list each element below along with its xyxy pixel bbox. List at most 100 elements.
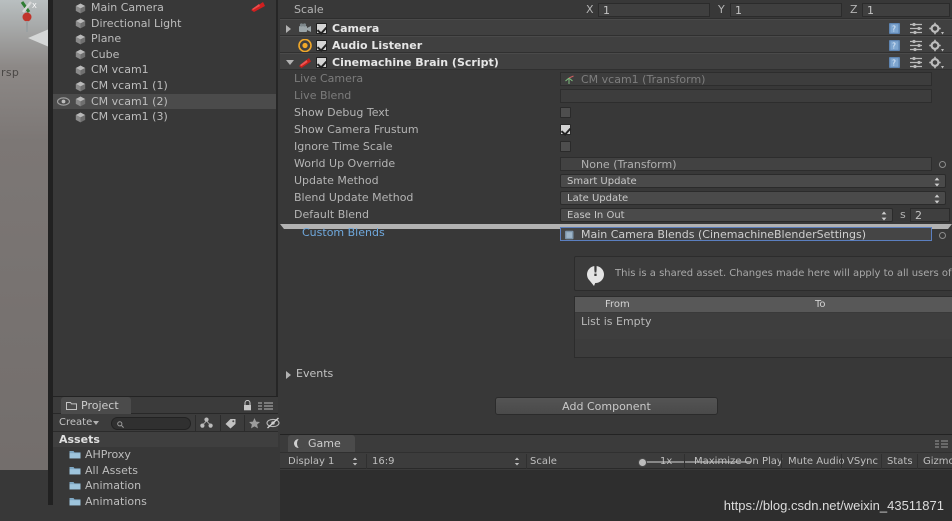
game-toolbar[interactable]: Display 1 16:9 Scale 1x Maximize On Play… [280,452,952,469]
gizmos-toggle[interactable]: Gizmos [923,453,952,470]
hierarchy-panel[interactable]: Main Camera Directional Light Plane Cube… [53,0,278,396]
hierarchy-item-selected[interactable]: CM vcam1 (2) [53,93,278,110]
hierarchy-item[interactable]: Cube [53,47,278,63]
tab-project[interactable]: Project [61,397,131,414]
property-custom-blends: Custom Blends Main Camera Blends (Cinema… [280,224,952,243]
column-header-from[interactable]: From [605,297,630,313]
maximize-on-play-toggle[interactable]: Maximize On Play [694,453,783,470]
mute-audio-toggle[interactable]: Mute Audio [788,453,845,470]
inspector-panel[interactable]: Scale X 1 Y 1 Z 1 Camera ? Audio Listene… [280,0,952,434]
world-up-override-object-field[interactable]: None (Transform) [560,157,932,171]
list-empty-text: List is Empty [581,315,652,328]
property-world-up-override: World Up Override None (Transform) [280,155,952,172]
object-picker-icon[interactable] [939,232,946,239]
hierarchy-item[interactable]: CM vcam1 (1) [53,78,278,94]
events-foldout[interactable]: Events [280,366,952,382]
gameobject-cube-icon [75,34,86,45]
panel-menu-icon[interactable] [935,440,948,448]
gameobject-cube-icon [75,3,86,13]
hierarchy-item[interactable]: CM vcam1 [53,62,278,78]
camera-enabled-checkbox[interactable] [316,23,327,34]
gameobject-cube-icon [75,112,86,123]
assets-header[interactable]: Assets [53,432,278,447]
lock-icon[interactable] [243,400,252,411]
toolbar-separator [195,415,196,431]
default-blend-time-input[interactable]: 2 [910,208,950,222]
chevron-right-icon[interactable] [286,371,291,379]
svg-text:?: ? [892,25,896,34]
tab-game[interactable]: Game [288,435,355,452]
project-folder-item[interactable]: Animation [53,478,278,494]
project-folder-item[interactable]: Animations [53,494,278,510]
component-header-icons[interactable]: ? [888,56,946,69]
blender-settings-asset-icon [565,230,574,240]
live-blend-field[interactable] [560,89,932,103]
scale-slider-knob[interactable] [638,458,647,467]
game-view-panel[interactable]: Game Display 1 16:9 Scale 1x Maximize On… [280,434,952,521]
filter-by-type-icon[interactable] [200,417,213,429]
vsync-toggle[interactable]: VSync [847,453,878,470]
audio-listener-enabled-checkbox[interactable] [316,40,327,51]
chevron-down-icon[interactable] [286,60,294,65]
default-blend-dropdown[interactable]: Ease In Out [560,208,893,222]
hierarchy-item-label: Cube [91,47,120,61]
project-panel[interactable]: Project Create Assets AHProxy All Assets… [53,396,287,521]
scale-z-value: 1 [867,4,874,17]
game-render-canvas[interactable]: https://blog.csdn.net/weixin_43511871 [280,470,952,521]
audio-listener-icon [298,39,312,52]
folder-icon [69,466,81,474]
hierarchy-item[interactable]: CM vcam1 (3) [53,109,278,125]
stats-toggle[interactable]: Stats [887,453,913,470]
visibility-eye-icon[interactable] [57,96,70,106]
custom-blends-object-field[interactable]: Main Camera Blends (CinemachineBlenderSe… [560,227,932,241]
hierarchy-item[interactable]: Plane [53,31,278,47]
filter-by-label-icon[interactable] [224,417,237,429]
component-header-camera[interactable]: Camera ? [280,19,952,36]
show-camera-frustum-checkbox[interactable] [560,124,571,135]
hierarchy-item-label: CM vcam1 (2) [91,94,168,108]
blend-update-method-dropdown[interactable]: Late Update [560,191,946,205]
scene-view-sliver[interactable]: X rsp [0,0,48,470]
chevron-right-icon[interactable] [286,25,291,33]
panel-divider-hierarchy[interactable] [276,0,278,396]
add-component-button[interactable]: Add Component [495,397,718,415]
object-picker-icon[interactable] [939,161,946,168]
component-header-icons[interactable]: ? [888,39,946,52]
stepper-arrows-icon[interactable] [352,457,358,466]
display-selector-label[interactable]: Display 1 [288,453,334,470]
live-camera-object-field[interactable]: CM vcam1 (Transform) [560,72,932,86]
default-blend-time-value: 2 [915,209,922,222]
scale-y-value: 1 [735,4,742,17]
project-folder-label: AHProxy [85,448,131,461]
project-folder-item[interactable]: All Assets [53,463,278,479]
scale-x-value: 1 [603,4,610,17]
stepper-arrows-icon[interactable] [514,457,520,466]
hierarchy-item-label: CM vcam1 [91,63,149,77]
update-method-dropdown[interactable]: Smart Update [560,174,946,188]
project-tabbar: Project [53,397,278,414]
column-header-to[interactable]: To [815,297,826,313]
hierarchy-item-label: Directional Light [91,16,182,30]
project-toolbar[interactable]: Create [53,414,287,432]
component-header-icons[interactable]: ? [888,22,946,35]
show-debug-text-checkbox[interactable] [560,107,571,118]
component-header-cinemachine-brain[interactable]: Cinemachine Brain (Script) ? [280,53,952,70]
ignore-time-scale-checkbox[interactable] [560,141,571,152]
favorites-star-icon[interactable] [248,417,261,429]
cinemachine-brain-enabled-checkbox[interactable] [316,57,327,68]
hierarchy-item[interactable]: Directional Light [53,16,278,32]
project-folder-item[interactable]: AHProxy [53,447,278,463]
component-header-audio-listener[interactable]: Audio Listener ? [280,36,952,53]
panel-menu-icon[interactable] [258,402,273,410]
transform-scale-row: Scale X 1 Y 1 Z 1 [280,0,952,19]
aspect-selector-label[interactable]: 16:9 [372,453,394,470]
scene-text-label: rsp [1,66,20,79]
blend-table-header: From To Style Time [575,297,952,313]
hierarchy-item[interactable]: Main Camera [53,0,278,16]
scale-z-input[interactable]: 1 [862,3,950,17]
blend-update-method-value: Late Update [567,193,629,204]
project-search-input[interactable] [111,416,191,430]
scale-x-input[interactable]: 1 [598,3,710,17]
scale-y-input[interactable]: 1 [730,3,842,17]
custom-blends-table[interactable]: From To Style Time List is Empty + – [574,296,952,358]
